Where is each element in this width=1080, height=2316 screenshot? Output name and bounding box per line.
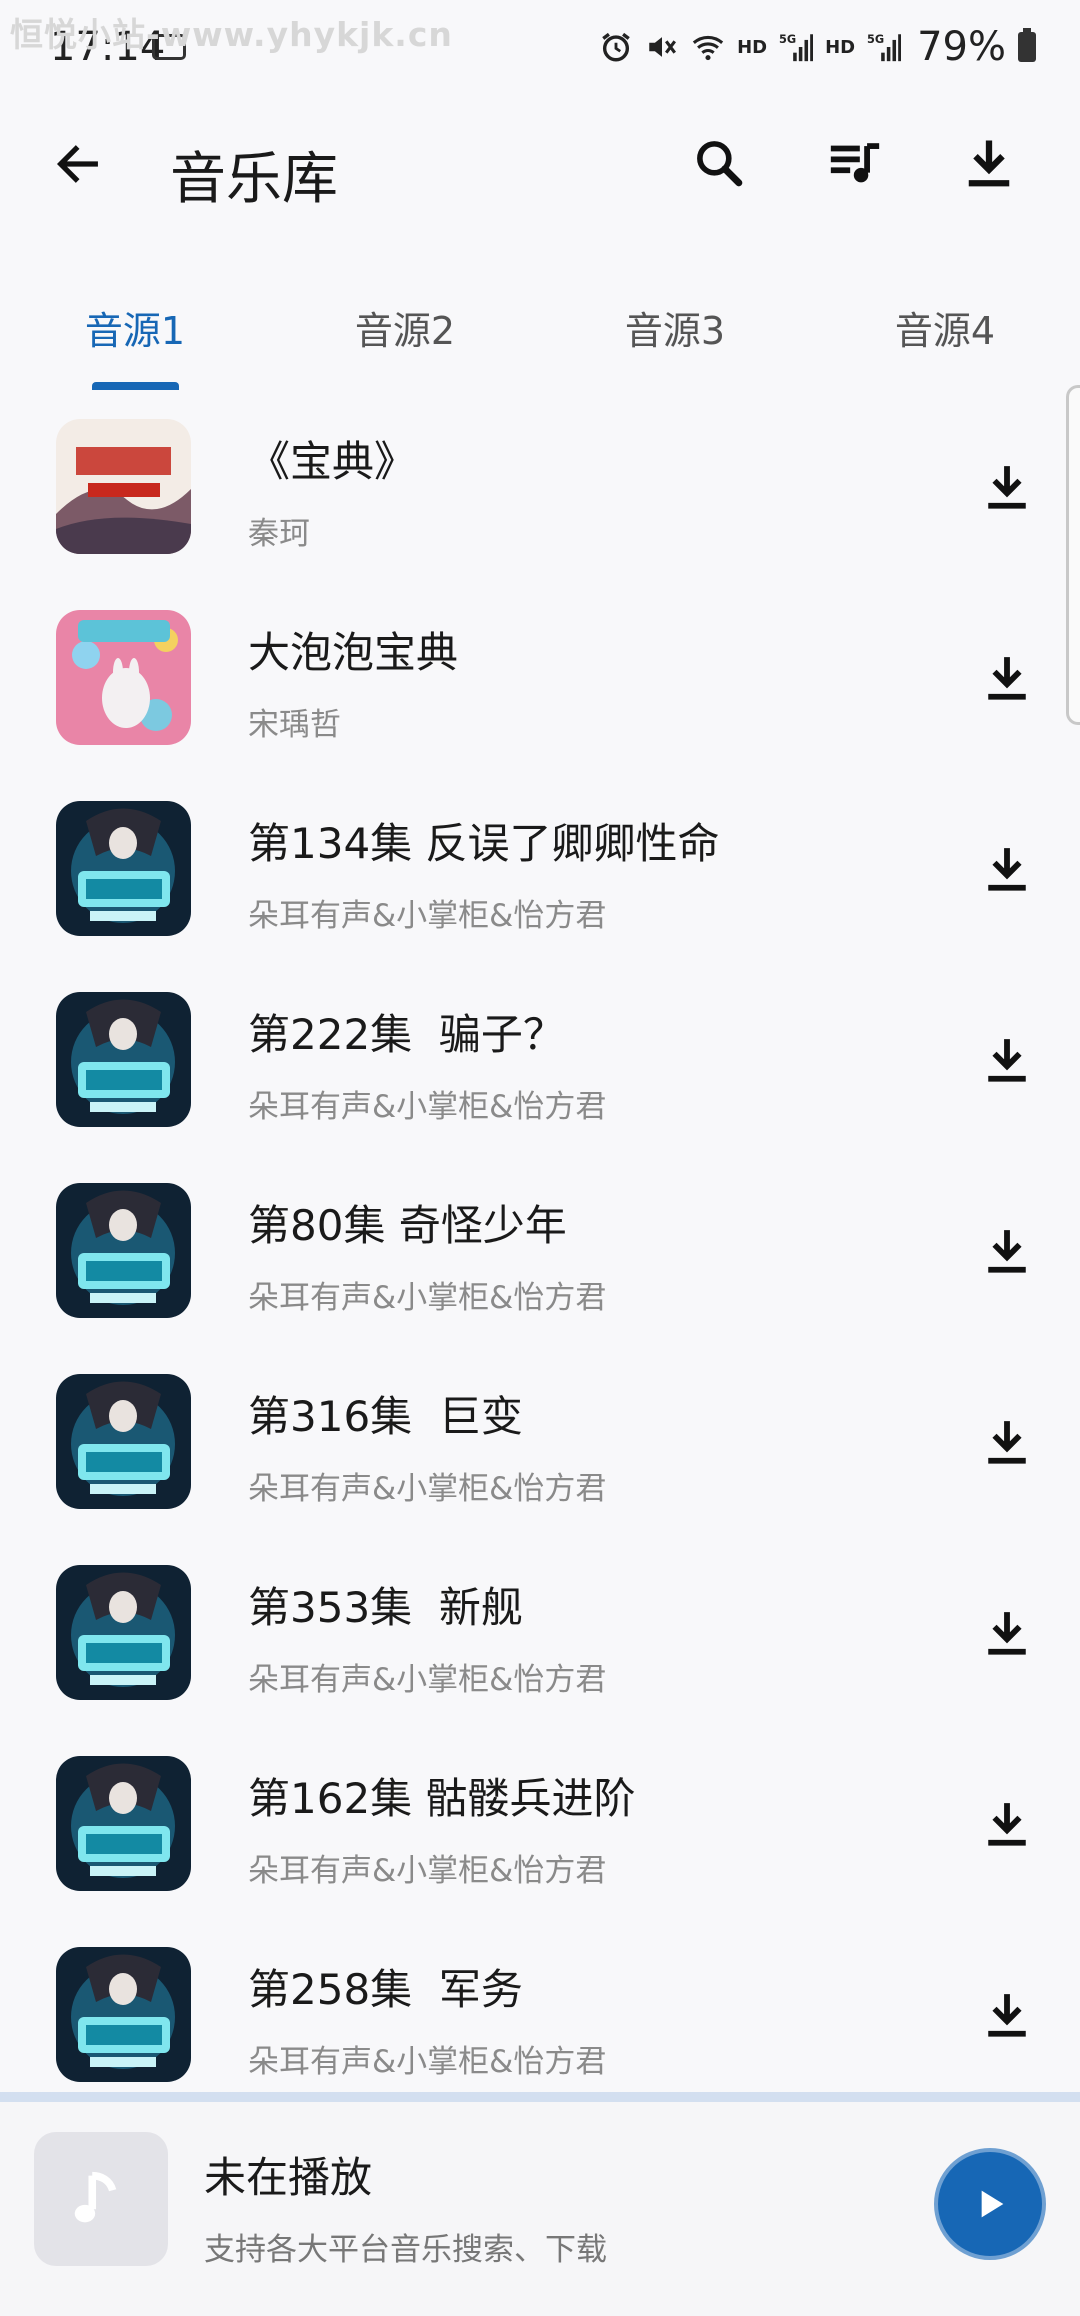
track-row[interactable]: 《宝典》 秦珂 bbox=[0, 392, 1080, 583]
music-note-icon bbox=[74, 2171, 117, 2223]
track-download-button[interactable] bbox=[976, 1029, 1038, 1091]
player-divider bbox=[0, 2092, 1080, 2102]
search-icon bbox=[697, 141, 743, 187]
mini-player[interactable]: 未在播放 支持各大平台音乐搜索、下载 bbox=[0, 2092, 1080, 2316]
track-artist: 朵耳有声&小掌柜&怡方君 bbox=[248, 1853, 607, 1889]
track-cover bbox=[56, 1756, 191, 1891]
track-cover bbox=[56, 801, 191, 936]
player-subtitle: 支持各大平台音乐搜索、下载 bbox=[204, 2232, 607, 2268]
track-row[interactable]: 第162集 骷髅兵进阶朵耳有声&小掌柜&怡方君 bbox=[0, 1729, 1080, 1920]
track-title: 第134集 反误了卿卿性命 bbox=[248, 819, 720, 868]
back-arrow-icon bbox=[56, 145, 98, 183]
tab-source-2[interactable]: 音源2 bbox=[305, 300, 505, 355]
download-icon bbox=[988, 1994, 1026, 2037]
track-cover bbox=[56, 1947, 191, 2082]
track-download-button[interactable] bbox=[976, 1602, 1038, 1664]
player-title: 未在播放 bbox=[204, 2153, 373, 2202]
track-title: 第353集 新舰 bbox=[248, 1583, 523, 1632]
tab-source-4[interactable]: 音源4 bbox=[845, 300, 1045, 355]
alarm-icon bbox=[602, 32, 630, 62]
svg-text:5G: 5G bbox=[779, 32, 796, 46]
download-icon bbox=[988, 848, 1026, 891]
play-button[interactable] bbox=[934, 2148, 1046, 2260]
signal-5g-icon: 5G bbox=[779, 32, 814, 62]
track-artist: 朵耳有声&小掌柜&怡方君 bbox=[248, 1089, 607, 1125]
search-button[interactable] bbox=[684, 128, 754, 198]
back-button[interactable] bbox=[46, 132, 110, 196]
tab-source-1[interactable]: 音源1 bbox=[35, 300, 235, 355]
track-title: 第258集 军务 bbox=[248, 1965, 523, 2014]
track-title: 第316集 巨变 bbox=[248, 1392, 523, 1441]
track-row[interactable]: 第353集 新舰朵耳有声&小掌柜&怡方君 bbox=[0, 1538, 1080, 1729]
download-icon bbox=[988, 1803, 1026, 1846]
track-artist: 朵耳有声&小掌柜&怡方君 bbox=[248, 1662, 607, 1698]
status-icons: HD 5G HD 5G 79% bbox=[599, 24, 1036, 70]
track-artist: 朵耳有声&小掌柜&怡方君 bbox=[248, 1471, 607, 1507]
tab-indicator bbox=[92, 382, 179, 390]
wifi-icon bbox=[692, 35, 724, 61]
track-cover bbox=[56, 992, 191, 1127]
tab-source-3[interactable]: 音源3 bbox=[575, 300, 775, 355]
track-download-button[interactable] bbox=[976, 647, 1038, 709]
battery-icon bbox=[1018, 28, 1036, 62]
track-row[interactable]: 大泡泡宝典 宋瑀哲 bbox=[0, 583, 1080, 774]
hd-label-2: HD bbox=[825, 36, 856, 58]
track-download-button[interactable] bbox=[976, 1411, 1038, 1473]
download-all-button[interactable] bbox=[954, 128, 1024, 198]
track-row[interactable]: 第316集 巨变朵耳有声&小掌柜&怡方君 bbox=[0, 1347, 1080, 1538]
track-title: 第80集 奇怪少年 bbox=[248, 1201, 567, 1250]
track-list[interactable]: 《宝典》 秦珂 大泡泡宝典 宋瑀哲 第134集 反误了卿卿性命 朵耳有声&小掌柜&怡方君第… bbox=[0, 392, 1080, 2092]
track-row[interactable]: 第80集 奇怪少年朵耳有声&小掌柜&怡方君 bbox=[0, 1156, 1080, 1347]
track-artist: 宋瑀哲 bbox=[248, 707, 341, 743]
scrollbar-handle[interactable] bbox=[1066, 385, 1080, 725]
watermark-text: 恒悦小站-www.yhykjk.cn bbox=[10, 15, 453, 54]
track-cover bbox=[56, 419, 191, 554]
track-title: 第162集 骷髅兵进阶 bbox=[248, 1774, 636, 1823]
hd-label-1: HD bbox=[737, 36, 768, 58]
battery-percent: 79% bbox=[917, 24, 1006, 70]
play-icon bbox=[981, 2190, 1004, 2218]
track-row[interactable]: 第222集 骗子？ 朵耳有声&小掌柜&怡方君 bbox=[0, 965, 1080, 1156]
track-download-button[interactable] bbox=[976, 456, 1038, 518]
player-cover bbox=[34, 2132, 168, 2266]
download-icon bbox=[988, 1421, 1026, 1464]
download-icon bbox=[968, 140, 1010, 187]
track-title: 大泡泡宝典 bbox=[248, 628, 459, 677]
track-cover bbox=[56, 610, 191, 745]
app-bar: 音乐库 bbox=[0, 96, 1080, 246]
source-tabs: 音源1 音源2 音源3 音源4 bbox=[0, 286, 1080, 390]
track-artist: 朵耳有声&小掌柜&怡方君 bbox=[248, 898, 607, 934]
track-row[interactable]: 第258集 军务朵耳有声&小掌柜&怡方君 bbox=[0, 1920, 1080, 2092]
track-download-button[interactable] bbox=[976, 838, 1038, 900]
track-cover bbox=[56, 1374, 191, 1509]
track-artist: 朵耳有声&小掌柜&怡方君 bbox=[248, 1280, 607, 1316]
page-title: 音乐库 bbox=[170, 147, 338, 212]
download-icon bbox=[988, 1612, 1026, 1655]
track-download-button[interactable] bbox=[976, 1220, 1038, 1282]
signal-5g-icon-2: 5G bbox=[867, 32, 902, 62]
download-icon bbox=[988, 466, 1026, 509]
svg-text:5G: 5G bbox=[867, 32, 884, 46]
download-icon bbox=[988, 1230, 1026, 1273]
track-artist: 朵耳有声&小掌柜&怡方君 bbox=[248, 2044, 607, 2080]
download-icon bbox=[988, 657, 1026, 700]
track-cover bbox=[56, 1183, 191, 1318]
track-download-button[interactable] bbox=[976, 1984, 1038, 2046]
track-artist: 秦珂 bbox=[248, 516, 310, 552]
app-root: 17:14 HD 5G HD 5G 79% 恒悦小站-www.yhykjk.cn… bbox=[0, 0, 1080, 2316]
download-icon bbox=[988, 1039, 1026, 1082]
playlist-button[interactable] bbox=[820, 128, 890, 198]
status-bar: 17:14 HD 5G HD 5G 79% 恒悦小站-www.yhykjk.cn bbox=[0, 0, 1080, 96]
track-row[interactable]: 第134集 反误了卿卿性命朵耳有声&小掌柜&怡方君 bbox=[0, 774, 1080, 965]
track-title: 《宝典》 bbox=[248, 437, 417, 486]
track-title: 第222集 骗子？ bbox=[248, 1010, 565, 1059]
track-download-button[interactable] bbox=[976, 1793, 1038, 1855]
mute-icon bbox=[649, 37, 677, 57]
playlist-icon bbox=[830, 143, 880, 183]
track-cover bbox=[56, 1565, 191, 1700]
